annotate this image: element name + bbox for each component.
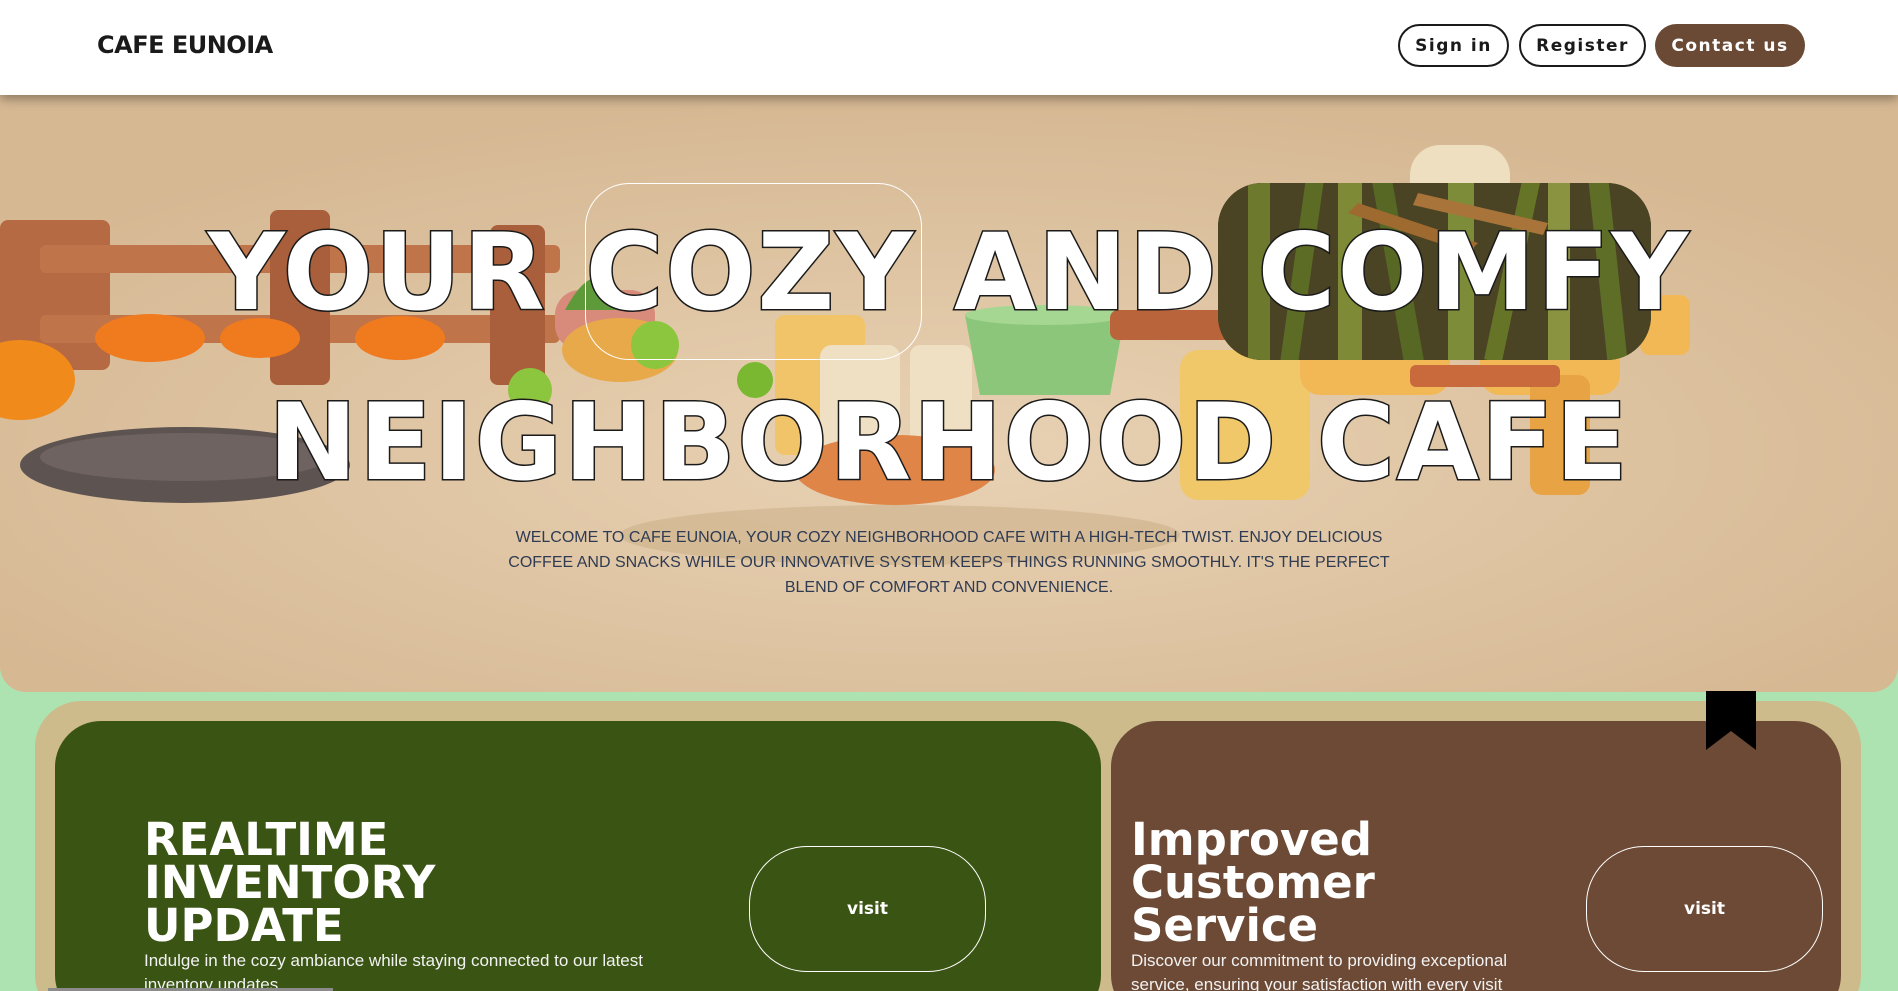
service-title-line-2: Customer [1131, 856, 1375, 909]
top-navbar: CAFE EUNOIA Sign in Register Contact us [0, 0, 1898, 95]
customer-service-feature-card: Improved Customer Service Discover our c… [1111, 721, 1841, 991]
brand-logo[interactable]: CAFE EUNOIA [97, 31, 273, 59]
bookmark-icon[interactable] [1706, 691, 1756, 750]
inventory-title-line-3: UPDATE [144, 899, 344, 952]
hero-description: WELCOME TO CAFE EUNOIA, YOUR COZY NEIGHB… [508, 529, 1390, 596]
register-button[interactable]: Register [1519, 24, 1646, 67]
inventory-title-line-1: REALTIME [144, 813, 389, 866]
service-card-title: Improved Customer Service [1131, 813, 1375, 952]
inventory-title-line-2: INVENTORY [144, 856, 436, 909]
hero-title-line-2: NEIGHBORHOOD CAFE [267, 381, 1630, 504]
hero-section: YOUR COZY AND COMFY NEIGHBORHOOD CAFE WE… [0, 95, 1898, 692]
inventory-card-title: REALTIME INVENTORY UPDATE [144, 813, 436, 952]
inventory-feature-card: REALTIME INVENTORY UPDATE Indulge in the… [55, 721, 1101, 991]
service-visit-button[interactable]: visit [1586, 846, 1823, 972]
inventory-visit-button[interactable]: visit [749, 846, 986, 972]
sign-in-button[interactable]: Sign in [1398, 24, 1509, 67]
service-title-line-3: Service [1131, 899, 1319, 952]
service-title-line-1: Improved [1131, 813, 1373, 866]
inventory-card-text: Indulge in the cozy ambiance while stayi… [144, 951, 643, 991]
service-card-text: Discover our commitment to providing exc… [1131, 951, 1508, 991]
contact-us-button[interactable]: Contact us [1655, 24, 1805, 67]
hero-title-line-1: YOUR COZY AND COMFY [206, 211, 1691, 334]
